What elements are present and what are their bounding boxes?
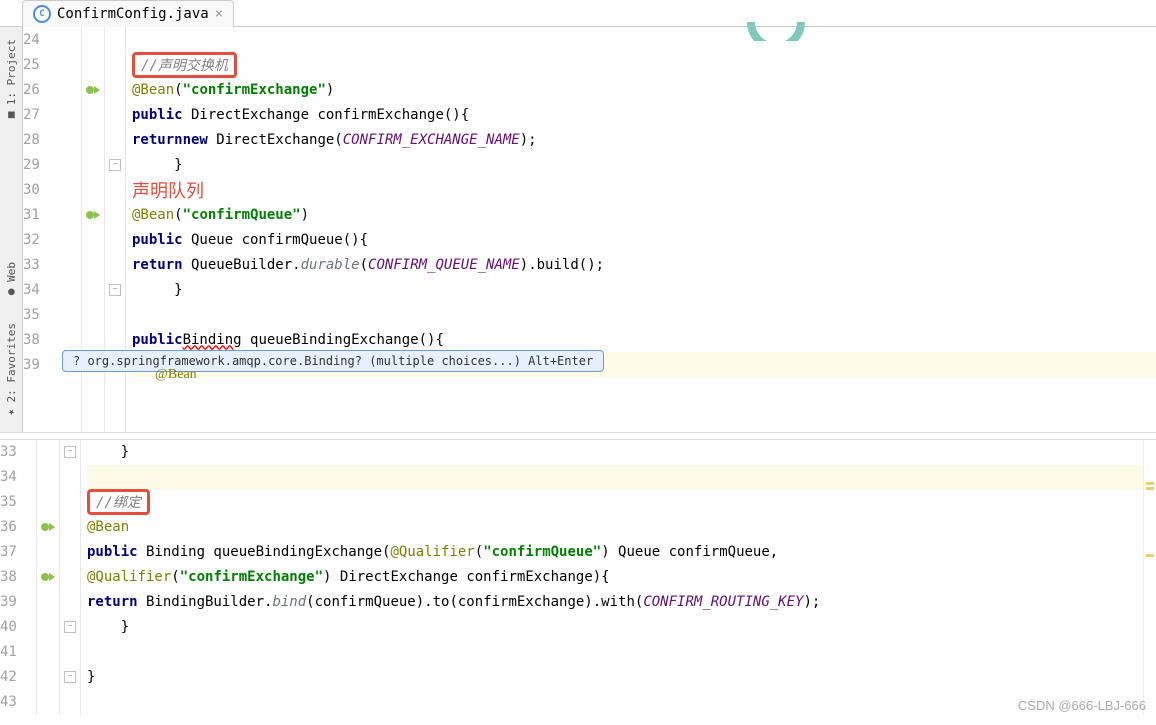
line-number: 37 bbox=[0, 540, 28, 565]
line-number: 43 bbox=[0, 690, 28, 715]
code-line: } bbox=[132, 152, 1156, 177]
line-number: 27 bbox=[23, 102, 71, 127]
code-line: return QueueBuilder.durable(CONFIRM_QUEU… bbox=[132, 252, 1156, 277]
code-area-lower[interactable]: } //绑定 @Bean public Binding queueBinding… bbox=[81, 440, 1143, 715]
lower-editor-pane: 3334353637383940414243 − − − } //绑定 @Bean … bbox=[0, 440, 1156, 715]
code-line: @Bean("confirmExchange") bbox=[132, 77, 1156, 102]
project-tool-tab[interactable]: ■1: Project bbox=[3, 31, 20, 130]
fold-column-2: − − − bbox=[60, 440, 81, 715]
spring-bean-icon[interactable] bbox=[40, 569, 56, 585]
fold-toggle[interactable]: − bbox=[109, 159, 121, 171]
line-number: 32 bbox=[23, 227, 71, 252]
code-line: public Queue confirmQueue(){ bbox=[132, 227, 1156, 252]
code-line: 声明队列 bbox=[132, 177, 1156, 202]
obscured-line-37: @Bean bbox=[155, 367, 197, 383]
code-line: @Qualifier("confirmExchange") DirectExch… bbox=[87, 565, 1143, 590]
line-number: 33 bbox=[23, 252, 71, 277]
line-number: 38 bbox=[0, 565, 28, 590]
decorative-arc bbox=[746, 17, 806, 45]
watermark: CSDN @666-LBJ-666 bbox=[1018, 698, 1146, 713]
class-icon: C bbox=[33, 5, 51, 23]
line-number: 26 bbox=[23, 77, 71, 102]
tab-filename: ConfirmConfig.java bbox=[57, 6, 209, 22]
code-line bbox=[87, 640, 1143, 665]
hint-text: ? org.springframework.amqp.core.Binding?… bbox=[73, 354, 593, 368]
side-tool-tabs: ■1: Project ●Web ★2: Favorites bbox=[0, 27, 23, 432]
code-line: //绑定 bbox=[87, 490, 1143, 515]
line-number: 28 bbox=[23, 127, 71, 152]
code-line bbox=[87, 690, 1143, 715]
spring-bean-icon[interactable] bbox=[40, 519, 56, 535]
fold-toggle[interactable]: − bbox=[109, 284, 121, 296]
fold-toggle[interactable]: − bbox=[64, 621, 76, 633]
line-number: 24 bbox=[23, 27, 71, 52]
code-line bbox=[132, 302, 1156, 327]
code-line: } bbox=[87, 440, 1143, 465]
code-line: return BindingBuilder.bind(confirmQueue)… bbox=[87, 590, 1143, 615]
code-line: public DirectExchange confirmExchange(){ bbox=[132, 102, 1156, 127]
gutter-icon-column-2 bbox=[37, 440, 60, 715]
line-number: 42 bbox=[0, 665, 28, 690]
line-number: 35 bbox=[0, 490, 28, 515]
line-number: 40 bbox=[0, 615, 28, 640]
pane-splitter[interactable] bbox=[0, 432, 1156, 440]
code-line: public Binding queueBindingExchange(@Qua… bbox=[87, 540, 1143, 565]
line-number: 36 bbox=[0, 515, 28, 540]
line-number: 38 bbox=[23, 327, 71, 352]
file-tab[interactable]: C ConfirmConfig.java × bbox=[22, 0, 234, 27]
line-number: 39 bbox=[0, 590, 28, 615]
line-number-gutter-2: 3334353637383940414243 bbox=[0, 440, 37, 715]
code-line: @Bean bbox=[87, 515, 1143, 540]
error-stripe bbox=[1143, 440, 1156, 715]
web-tool-tab[interactable]: ●Web bbox=[3, 254, 20, 307]
line-number: 33 bbox=[0, 440, 28, 465]
line-number: 31 bbox=[23, 202, 71, 227]
code-line: return new DirectExchange(CONFIRM_EXCHAN… bbox=[132, 127, 1156, 152]
code-line: //声明交换机 bbox=[132, 52, 1156, 77]
fold-toggle[interactable]: − bbox=[64, 446, 76, 458]
code-line: public Binding queueBindingExchange(){ bbox=[132, 327, 1156, 352]
line-number: 25 bbox=[23, 52, 71, 77]
code-line bbox=[132, 27, 1156, 52]
line-number: 34 bbox=[23, 277, 71, 302]
spring-bean-icon[interactable] bbox=[85, 207, 101, 223]
line-number: 41 bbox=[0, 640, 28, 665]
fold-toggle[interactable]: − bbox=[64, 671, 76, 683]
code-line: } bbox=[132, 277, 1156, 302]
code-line: @Bean("confirmQueue") bbox=[132, 202, 1156, 227]
code-line: } bbox=[87, 615, 1143, 640]
favorites-tool-tab[interactable]: ★2: Favorites bbox=[3, 315, 20, 427]
line-number: 34 bbox=[0, 465, 28, 490]
spring-bean-icon[interactable] bbox=[85, 82, 101, 98]
code-line bbox=[87, 465, 1143, 490]
line-number: 30 bbox=[23, 177, 71, 202]
code-line: } bbox=[87, 665, 1143, 690]
tab-bar: C ConfirmConfig.java × bbox=[0, 0, 1156, 27]
intention-hint-popup[interactable]: ? org.springframework.amqp.core.Binding?… bbox=[62, 350, 604, 372]
line-number: 29 bbox=[23, 152, 71, 177]
line-number: 35 bbox=[23, 302, 71, 327]
close-icon[interactable]: × bbox=[215, 6, 223, 22]
